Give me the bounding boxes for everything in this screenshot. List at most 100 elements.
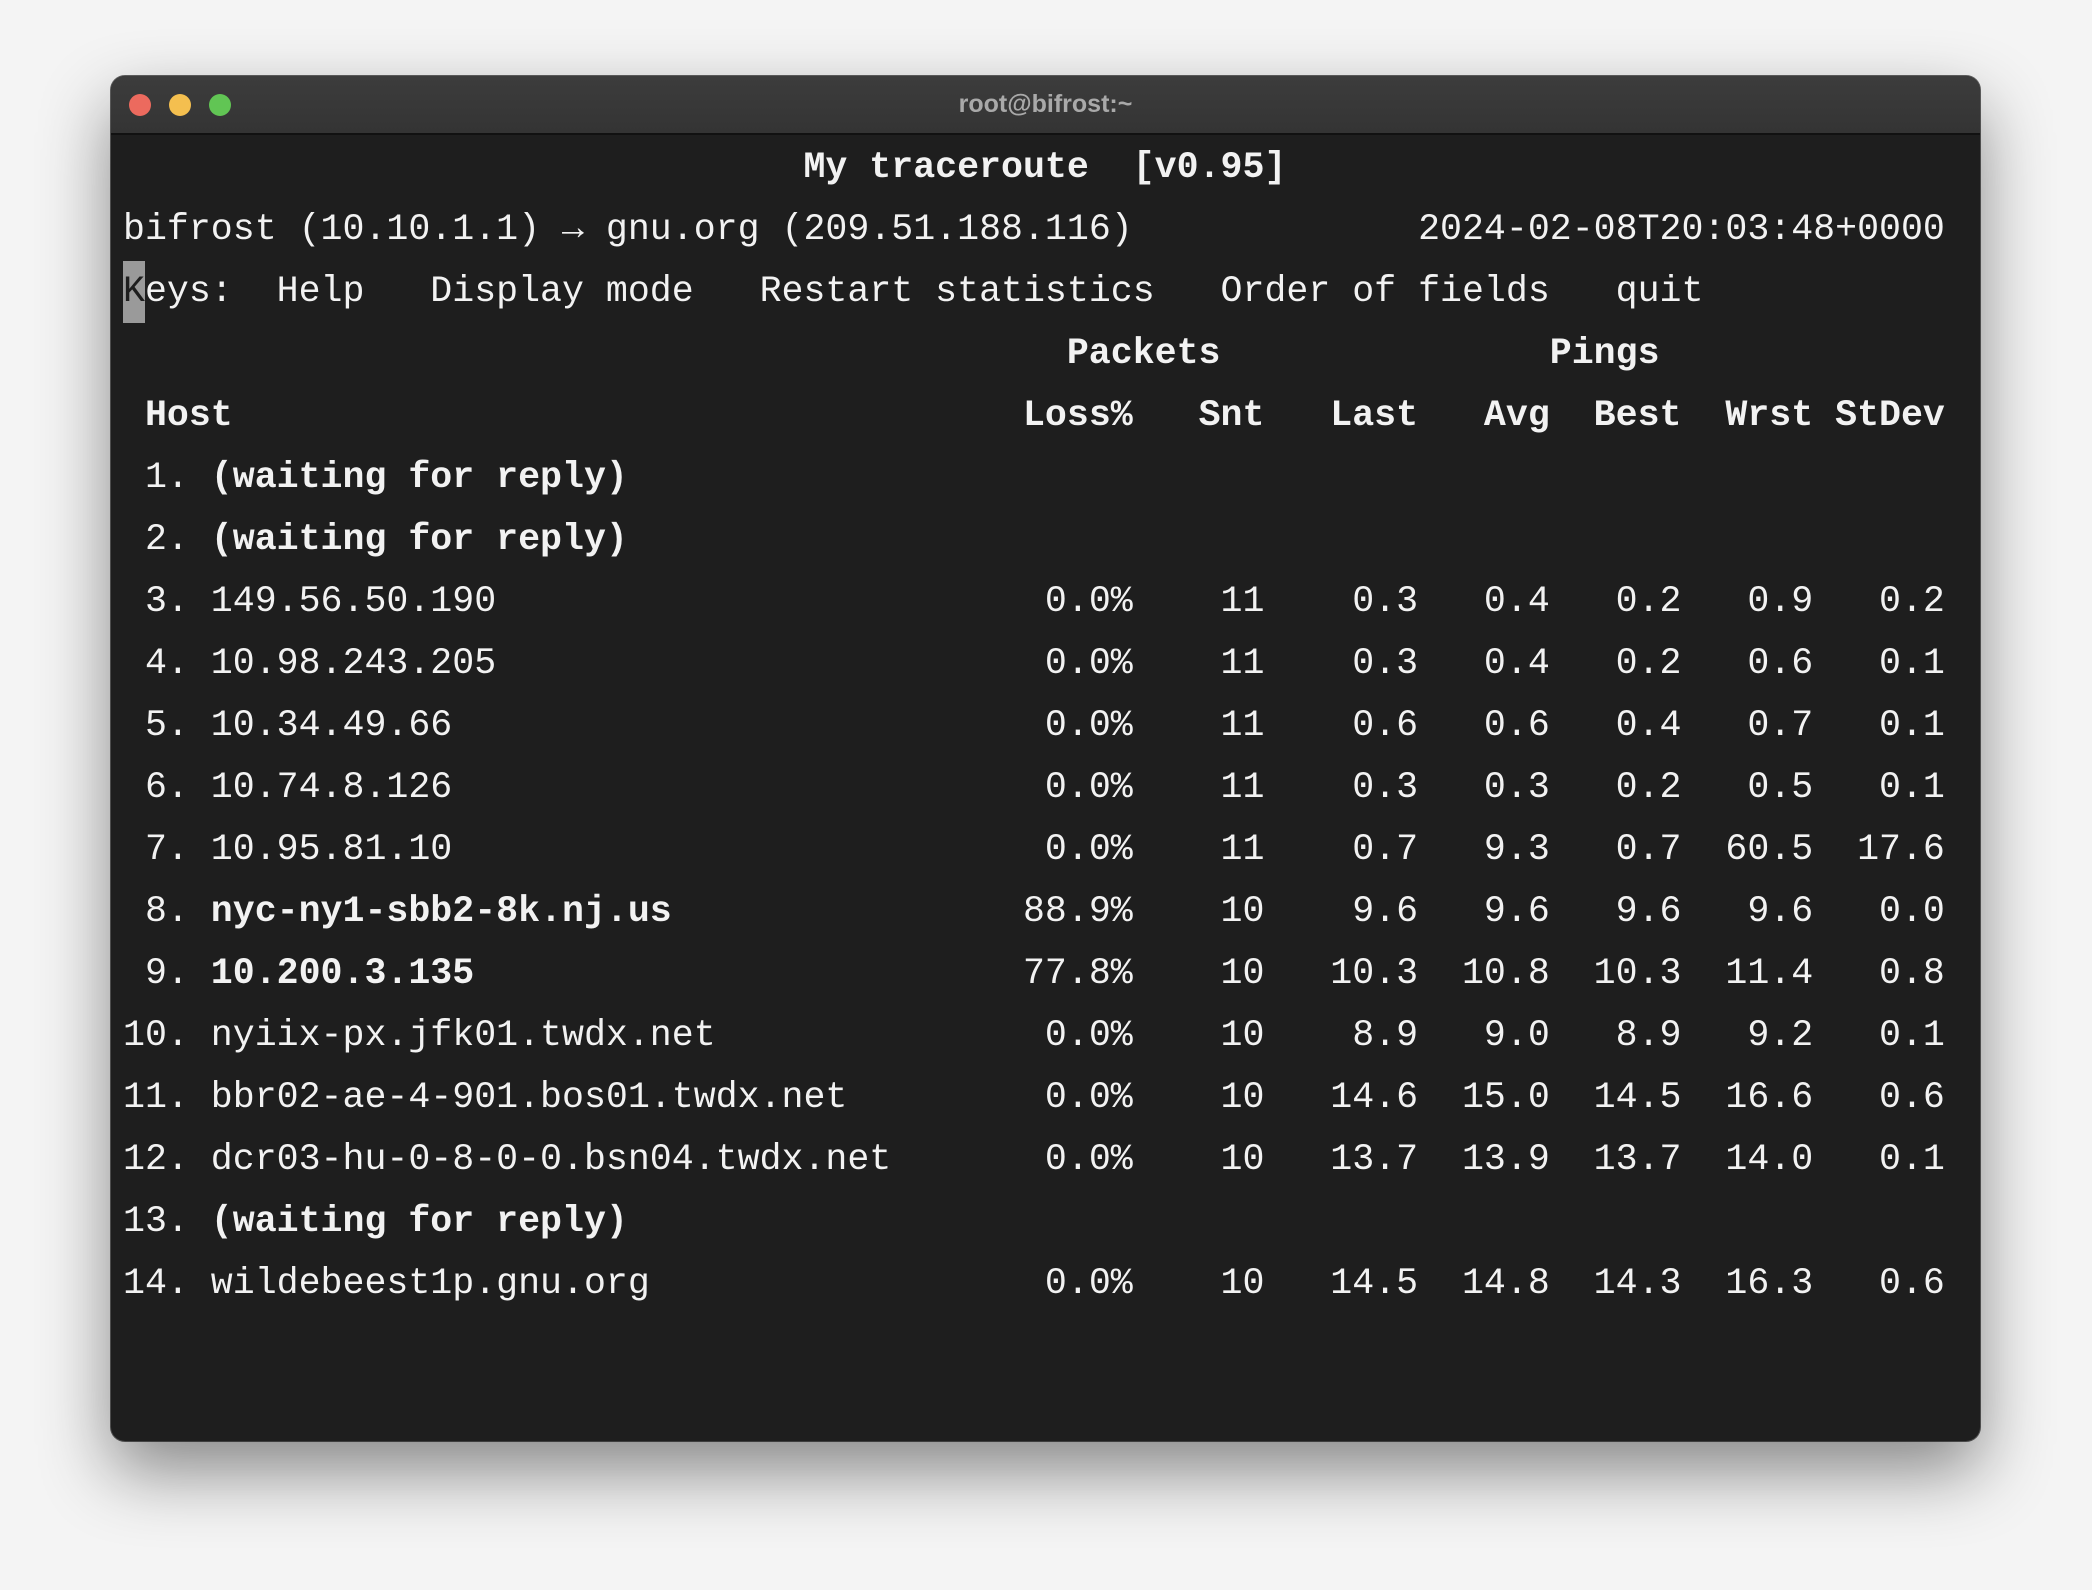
key-help[interactable]: Help (277, 261, 365, 323)
hop-number: 12. (123, 1139, 189, 1180)
key-display-mode[interactable]: Display mode (430, 261, 693, 323)
hop-row[interactable]: 3. 149.56.50.190 0.0% 11 0.3 0.4 0.2 0.9 0.2 (123, 571, 1967, 633)
terminal-content[interactable]: My traceroute [v0.95] bifrost (10.10.1.1)… (123, 134, 1980, 1441)
hop-loss: 0.0% (1044, 643, 1133, 684)
avg-column-header: Avg (1483, 395, 1550, 436)
hop-number: 14. (123, 1263, 189, 1304)
key-quit[interactable]: quit (1616, 261, 1704, 323)
hop-avg: 14.8 (1461, 1263, 1550, 1304)
hop-number: 2. (144, 519, 189, 560)
hop-wrst: 60.5 (1725, 829, 1814, 870)
hop-host: 149.56.50.190 (210, 581, 497, 622)
hop-avg: 0.6 (1483, 705, 1550, 746)
hop-last: 0.6 (1352, 705, 1419, 746)
hop-row[interactable]: 7. 10.95.81.10 0.0% 11 0.7 9.3 0.7 60.5 17.6 (123, 819, 1967, 881)
cursor: K (123, 261, 145, 323)
stdev-column-header: StDev (1835, 395, 1945, 436)
hop-best: 10.3 (1593, 953, 1682, 994)
window-title: root@bifrost:~ (958, 90, 1133, 118)
hop-last: 0.7 (1352, 829, 1419, 870)
hop-loss: 77.8% (1022, 953, 1133, 994)
hop-wrst: 9.2 (1747, 1015, 1814, 1056)
hop-last: 14.5 (1330, 1263, 1419, 1304)
hop-stdev: 0.2 (1879, 581, 1945, 622)
hop-host: 10.200.3.135 (210, 953, 475, 994)
hop-row[interactable]: 2. (waiting for reply) (123, 509, 1967, 571)
hop-wrst: 0.7 (1747, 705, 1814, 746)
key-restart-statistics[interactable]: Restart statistics (760, 261, 1155, 323)
hop-last: 0.3 (1352, 581, 1419, 622)
hop-host: (waiting for reply) (210, 519, 628, 560)
app-title: My traceroute [v0.95] (803, 147, 1287, 188)
hop-loss: 0.0% (1044, 1139, 1133, 1180)
hop-avg: 9.3 (1483, 829, 1550, 870)
hop-stdev: 0.1 (1879, 705, 1945, 746)
hop-row[interactable]: 11. bbr02-ae-4-901.bos01.twdx.net 0.0% 10 14… (123, 1067, 1967, 1129)
hop-row[interactable]: 5. 10.34.49.66 0.0% 11 0.6 0.6 0.4 0.7 0.1 (123, 695, 1967, 757)
snt-column-header: Snt (1198, 395, 1265, 436)
hop-avg: 15.0 (1461, 1077, 1550, 1118)
route-line: bifrost (10.10.1.1) → gnu.org (209.51.18… (123, 199, 1967, 261)
hop-row[interactable]: 9. 10.200.3.135 77.8% 10 10.3 10.8 10.3 11.4 0.8 (123, 943, 1967, 1005)
keys-line: Keys: Help Display mode Restart statistics O… (123, 261, 1967, 323)
hop-wrst: 0.6 (1747, 643, 1814, 684)
pings-group-label: Pings (1549, 333, 1660, 374)
column-group-header: Packets Pings (123, 323, 1967, 385)
app-title-line: My traceroute [v0.95] (123, 137, 1967, 199)
hop-best: 8.9 (1615, 1015, 1682, 1056)
hop-stdev: 0.1 (1879, 1015, 1945, 1056)
hop-snt: 11 (1220, 705, 1265, 746)
hop-wrst: 16.6 (1725, 1077, 1814, 1118)
key-order-of-fields[interactable]: Order of fields (1221, 261, 1550, 323)
wrst-column-header: Wrst (1725, 395, 1814, 436)
host-column-header: Host (144, 395, 233, 436)
hop-avg: 0.4 (1483, 581, 1550, 622)
hop-row[interactable]: 4. 10.98.243.205 0.0% 11 0.3 0.4 0.2 0.6 0.1 (123, 633, 1967, 695)
hop-wrst: 0.9 (1747, 581, 1814, 622)
hop-row[interactable]: 12. dcr03-hu-0-8-0-0.bsn04.twdx.net 0.0% 10… (123, 1129, 1967, 1191)
hop-loss: 88.9% (1022, 891, 1133, 932)
hop-wrst: 14.0 (1725, 1139, 1814, 1180)
hop-host: (waiting for reply) (210, 1201, 628, 1242)
hop-loss: 0.0% (1044, 705, 1133, 746)
hop-last: 13.7 (1330, 1139, 1419, 1180)
hop-row[interactable]: 14. wildebeest1p.gnu.org 0.0% 10 14.5 14.8 14.… (123, 1253, 1967, 1315)
hop-row[interactable]: 6. 10.74.8.126 0.0% 11 0.3 0.3 0.2 0.5 0.1 (123, 757, 1967, 819)
hop-last: 8.9 (1352, 1015, 1419, 1056)
hop-best: 0.2 (1615, 581, 1682, 622)
hop-number: 6. (144, 767, 189, 808)
hop-row[interactable]: 1. (waiting for reply) (123, 447, 1967, 509)
hop-row[interactable]: 13. (waiting for reply) (123, 1191, 1967, 1253)
hop-best: 9.6 (1615, 891, 1682, 932)
hop-wrst: 9.6 (1747, 891, 1814, 932)
timestamp: 2024-02-08T20:03:48+0000 (1418, 209, 1945, 250)
hop-stdev: 0.1 (1879, 643, 1945, 684)
hop-snt: 10 (1220, 1015, 1265, 1056)
hop-snt: 11 (1220, 643, 1265, 684)
hop-stdev: 0.1 (1879, 767, 1945, 808)
hop-host: nyc-ny1-sbb2-8k.nj.us (210, 891, 672, 932)
hop-avg: 13.9 (1461, 1139, 1550, 1180)
hop-best: 13.7 (1593, 1139, 1682, 1180)
hop-snt: 10 (1220, 953, 1265, 994)
hop-stdev: 17.6 (1857, 829, 1945, 870)
hop-snt: 11 (1220, 767, 1265, 808)
hop-last: 10.3 (1330, 953, 1419, 994)
hop-host: wildebeest1p.gnu.org (210, 1263, 650, 1304)
hop-snt: 11 (1220, 581, 1265, 622)
hop-wrst: 16.3 (1725, 1263, 1814, 1304)
hop-number: 8. (144, 891, 189, 932)
hop-number: 4. (144, 643, 189, 684)
hop-row[interactable]: 10. nyiix-px.jfk01.twdx.net 0.0% 10 8.9 9.0 8.… (123, 1005, 1967, 1067)
hop-host: (waiting for reply) (210, 457, 628, 498)
hop-loss: 0.0% (1044, 829, 1133, 870)
hop-row[interactable]: 8. nyc-ny1-sbb2-8k.nj.us 88.9% 10 9.6 9.6 9.6 9… (123, 881, 1967, 943)
hop-stdev: 0.6 (1879, 1263, 1945, 1304)
hop-best: 0.2 (1615, 767, 1682, 808)
hop-best: 14.3 (1593, 1263, 1682, 1304)
hop-snt: 10 (1220, 1263, 1265, 1304)
hop-loss: 0.0% (1044, 581, 1133, 622)
hop-host: 10.34.49.66 (210, 705, 453, 746)
hop-snt: 11 (1220, 829, 1265, 870)
best-column-header: Best (1593, 395, 1682, 436)
